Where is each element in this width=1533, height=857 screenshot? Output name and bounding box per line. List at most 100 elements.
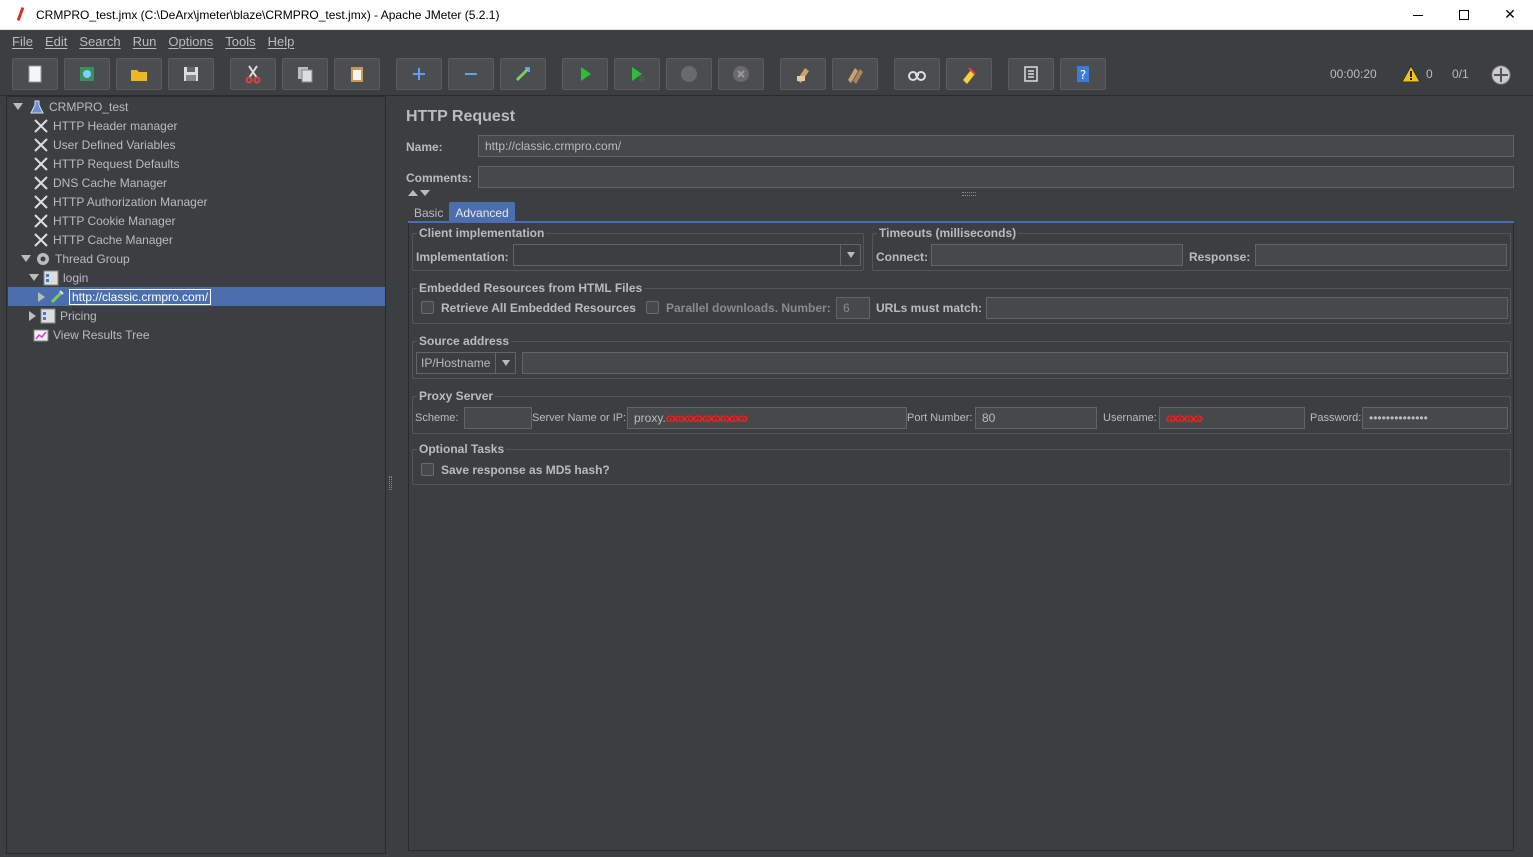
parallel-downloads-checkbox[interactable] [646, 301, 659, 314]
comments-resize-grip-icon[interactable] [962, 192, 976, 196]
chevron-down-icon[interactable] [495, 353, 515, 373]
start-button[interactable] [562, 58, 608, 90]
menu-run[interactable]: Run [127, 34, 163, 49]
menu-options[interactable]: Options [162, 34, 219, 49]
expand-all-button[interactable] [396, 58, 442, 90]
search-button[interactable] [894, 58, 940, 90]
proxy-password-input[interactable]: •••••••••••••• [1362, 407, 1508, 429]
arrow-down-icon[interactable] [420, 190, 430, 196]
tree-item-view-results-tree[interactable]: View Results Tree [33, 325, 150, 344]
save-button[interactable] [168, 58, 214, 90]
tree-item-authorization-manager[interactable]: HTTP Authorization Manager [33, 192, 208, 211]
reset-search-button[interactable] [946, 58, 992, 90]
maximize-button[interactable] [1441, 0, 1487, 30]
minimize-icon [1413, 14, 1423, 16]
urls-match-input[interactable] [986, 297, 1508, 319]
warning-count: 0 [1426, 67, 1433, 81]
proxy-scheme-input[interactable] [464, 407, 532, 429]
tree-item-label: HTTP Cache Manager [53, 232, 173, 247]
tree-item-cache-manager[interactable]: HTTP Cache Manager [33, 230, 173, 249]
collapsed-arrow-icon[interactable] [38, 291, 45, 302]
test-plan-flask-icon [29, 99, 45, 115]
close-button[interactable]: ✕ [1487, 0, 1533, 30]
help-button[interactable]: ? [1060, 58, 1106, 90]
tree-item-user-defined-variables[interactable]: User Defined Variables [33, 135, 176, 154]
expanded-arrow-icon[interactable] [13, 103, 23, 110]
start-no-pauses-button[interactable] [614, 58, 660, 90]
source-address-group: Source address IP/Hostname [412, 334, 1511, 379]
minimize-button[interactable] [1395, 0, 1441, 30]
advanced-tab-body: Client implementation Implementation: Ti… [408, 223, 1514, 851]
copy-button[interactable] [282, 58, 328, 90]
config-wrench-icon [33, 156, 49, 172]
expanded-arrow-icon[interactable] [29, 274, 39, 281]
collapse-arrows[interactable] [408, 190, 430, 196]
clear-all-icon [848, 68, 863, 84]
tree-item-dns-cache[interactable]: DNS Cache Manager [33, 173, 167, 192]
proxy-port-input[interactable]: 80 [975, 407, 1097, 429]
source-type-select[interactable]: IP/Hostname [416, 352, 516, 374]
tree-root[interactable]: CRMPRO_test [13, 97, 128, 116]
tree-item-label: Pricing [60, 308, 97, 323]
retrieve-embedded-checkbox[interactable] [421, 301, 434, 314]
tree-item-header-manager[interactable]: HTTP Header manager [33, 116, 178, 135]
templates-button[interactable] [64, 58, 110, 90]
config-wrench-icon [33, 232, 49, 248]
tree-item-login[interactable]: login [29, 268, 88, 287]
proxy-server-prefix: proxy. [634, 411, 666, 425]
toggle-button[interactable] [500, 58, 546, 90]
source-address-input[interactable] [522, 352, 1508, 374]
function-helper-button[interactable] [1008, 58, 1054, 90]
clear-all-button[interactable] [832, 58, 878, 90]
tree-item-http-request[interactable]: http://classic.crmpro.com/ [38, 287, 212, 306]
name-input[interactable]: http://classic.crmpro.com/ [478, 135, 1514, 157]
tab-basic[interactable]: Basic [408, 202, 449, 222]
warning-icon[interactable] [1401, 64, 1421, 84]
splitter-grip-icon[interactable] [389, 476, 392, 490]
connect-timeout-input[interactable] [931, 244, 1183, 266]
menu-help[interactable]: Help [262, 34, 301, 49]
comments-input[interactable] [478, 166, 1514, 188]
panel-title: HTTP Request [406, 108, 516, 125]
pane-splitter[interactable] [387, 96, 395, 854]
tree-label-root: CRMPRO_test [49, 99, 129, 114]
shutdown-button[interactable] [718, 58, 764, 90]
save-md5-checkbox[interactable] [421, 463, 434, 476]
new-button[interactable] [12, 58, 58, 90]
tab-advanced[interactable]: Advanced [449, 202, 515, 222]
listener-chart-icon [33, 327, 49, 343]
stop-button[interactable] [666, 58, 712, 90]
response-timeout-input[interactable] [1255, 244, 1507, 266]
collapse-all-button[interactable] [448, 58, 494, 90]
tree-item-label: HTTP Header manager [53, 118, 178, 133]
parallel-downloads-number[interactable]: 6 [836, 297, 870, 319]
group-title: Client implementation [417, 226, 547, 240]
proxy-username-input[interactable]: ɷɷɷɷ [1159, 407, 1305, 429]
templates-icon [80, 67, 94, 81]
menu-edit[interactable]: Edit [39, 34, 73, 49]
tree-item-thread-group[interactable]: Thread Group [21, 249, 130, 268]
implementation-select[interactable] [513, 244, 861, 266]
stop-icon [681, 66, 697, 82]
tree-item-request-defaults[interactable]: HTTP Request Defaults [33, 154, 180, 173]
tree-item-cookie-manager[interactable]: HTTP Cookie Manager [33, 211, 176, 230]
arrow-up-icon[interactable] [408, 190, 418, 196]
chevron-down-icon[interactable] [840, 245, 860, 265]
clear-button[interactable] [780, 58, 826, 90]
cut-button[interactable] [230, 58, 276, 90]
start-icon [581, 67, 591, 81]
collapsed-arrow-icon[interactable] [29, 310, 36, 321]
menu-search[interactable]: Search [73, 34, 126, 49]
comments-label: Comments: [406, 171, 473, 185]
paste-button[interactable] [334, 58, 380, 90]
tree-item-pricing[interactable]: Pricing [29, 306, 97, 325]
collapse-icon [465, 73, 477, 75]
proxy-server-input[interactable]: proxy.ɷɷɷɷɷɷɷɷɷ [627, 407, 907, 429]
open-button[interactable] [116, 58, 162, 90]
menu-tools[interactable]: Tools [219, 34, 261, 49]
tree-item-label[interactable]: http://classic.crmpro.com/ [69, 288, 212, 305]
reset-search-icon [963, 67, 976, 84]
remote-status-icon[interactable] [1490, 64, 1512, 86]
expanded-arrow-icon[interactable] [21, 255, 31, 262]
menu-file[interactable]: File [6, 34, 39, 49]
